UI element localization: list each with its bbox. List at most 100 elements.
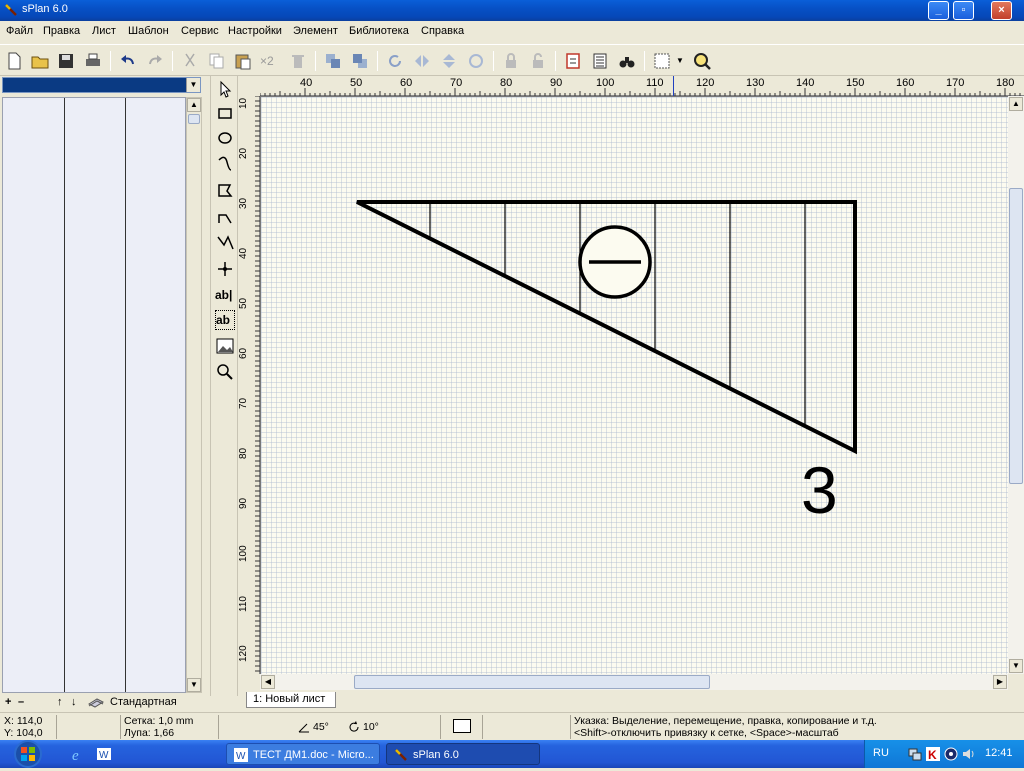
menu-element[interactable]: Элемент [293,25,338,37]
ruler-label: 50 [238,297,249,309]
windows-start-icon[interactable] [0,740,60,768]
scroll-up-icon[interactable]: ▲ [1009,97,1023,111]
chevron-down-icon[interactable]: ▼ [186,78,200,92]
library-scrollbar[interactable]: ▲ ▼ [186,97,202,693]
undo-icon[interactable] [118,51,138,71]
menu-edit[interactable]: Правка [43,25,80,37]
rotate-step-value[interactable]: 10° [363,721,379,733]
paste-icon[interactable] [233,51,253,71]
taskbar-item-splan[interactable]: sPlan 6.0 [386,743,540,765]
horizontal-scroll-thumb[interactable] [354,675,710,689]
unlock-icon[interactable] [528,51,548,71]
ruler-label: 30 [238,197,249,209]
move-up-button[interactable]: ↑ [57,696,63,708]
new-file-icon[interactable] [4,51,24,71]
antivirus-icon[interactable]: K [925,746,941,762]
duplicate-button[interactable]: ×2 [260,51,280,71]
angle-snap-icon[interactable] [297,720,311,734]
group-icon[interactable] [466,51,486,71]
network-icon[interactable] [907,746,923,762]
splan-icon [395,749,407,761]
ruler-label: 100 [238,545,249,562]
zoom-fit-icon[interactable] [692,51,712,71]
start-button[interactable] [0,740,60,768]
status-bar: X: 114,0 Y: 104,0 Сетка: 1,0 mm Лупа: 1,… [0,712,1024,740]
taskbar-item-word[interactable]: ТЕСТ ДМ1.doc - Micro... W [226,743,380,765]
volume-icon[interactable] [961,746,977,762]
ie-quicklaunch-icon[interactable]: e [70,746,86,762]
open-folder-icon[interactable] [30,51,50,71]
hint-line-2: <Shift>-отключить привязку к сетке, <Spa… [574,727,839,739]
grid-dropdown-icon[interactable]: ▼ [676,51,686,71]
menu-library[interactable]: Библиотека [349,25,409,37]
print-icon[interactable] [83,51,103,71]
polyline-tool-icon[interactable] [215,207,235,227]
grid-toggle-icon[interactable] [652,51,672,71]
textbox-tool-icon[interactable]: ab [215,310,235,330]
menu-service[interactable]: Сервис [181,25,219,37]
rotate-icon[interactable] [385,51,405,71]
minimize-button[interactable]: _ [928,1,949,20]
text-tool-icon[interactable]: ab| [215,285,235,305]
menu-settings[interactable]: Настройки [228,25,282,37]
add-library-button[interactable]: + [5,696,11,708]
maximize-button[interactable]: ▫ [953,1,974,20]
redo-icon[interactable] [145,51,165,71]
zoom-level: Лупа: 1,66 [124,727,175,739]
drawing-canvas[interactable]: 3 [260,96,1008,674]
delete-icon[interactable] [288,51,308,71]
angle-snap-value[interactable]: 45° [313,721,329,733]
scroll-left-icon[interactable]: ◀ [261,675,275,689]
vertical-scroll-thumb[interactable] [1009,188,1023,484]
menu-template[interactable]: Шаблон [128,25,169,37]
tab-sheet-1[interactable]: 1: Новый лист [246,692,337,708]
mirror-horizontal-icon[interactable] [412,51,432,71]
sheet-arrange-icon[interactable] [563,51,583,71]
library-scroll-thumb[interactable] [188,114,200,124]
image-tool-icon[interactable] [215,336,235,356]
word-quicklaunch-icon[interactable]: W [96,746,112,762]
scroll-down-icon[interactable]: ▼ [1009,659,1023,673]
pointer-tool-icon[interactable] [215,79,235,99]
polygon-tool-icon[interactable] [215,180,235,200]
language-indicator[interactable]: RU [873,747,889,759]
menu-sheet[interactable]: Лист [92,25,116,37]
ruler-label: 40 [238,247,249,259]
bezier-tool-icon[interactable] [215,154,235,174]
remove-library-button[interactable]: – [18,696,24,708]
hint-panel: Указка: Выделение, перемещение, правка, … [570,715,1024,739]
parts-list-icon[interactable] [590,51,610,71]
save-icon[interactable] [56,51,76,71]
menu-file[interactable]: Файл [6,25,33,37]
find-binoculars-icon[interactable] [617,51,637,71]
tray-app-icon[interactable] [943,746,959,762]
close-button[interactable]: × [991,1,1012,20]
scroll-down-icon[interactable]: ▼ [187,678,201,692]
rotate-step-icon[interactable] [347,720,361,734]
send-back-icon[interactable] [350,51,370,71]
coordinates-panel: X: 114,0 Y: 104,0 [4,715,54,739]
lock-icon[interactable] [501,51,521,71]
library-select[interactable]: ▼ [2,77,201,93]
node-tool-icon[interactable] [215,259,235,279]
canvas-horizontal-scrollbar[interactable]: ◀ ▶ [260,674,1008,690]
ruler-label: 120 [238,645,249,662]
canvas-vertical-scrollbar[interactable]: ▲ ▼ [1008,96,1024,674]
library-list[interactable] [2,97,186,693]
ruler-label: 10 [238,97,249,109]
scroll-up-icon[interactable]: ▲ [187,98,201,112]
ruler-label: 130 [746,77,765,89]
line-tool-icon[interactable] [215,233,235,253]
bring-front-icon[interactable] [323,51,343,71]
ellipse-tool-icon[interactable] [215,128,235,148]
mirror-vertical-icon[interactable] [439,51,459,71]
svg-text:e: e [72,748,79,762]
scroll-right-icon[interactable]: ▶ [993,675,1007,689]
move-down-button[interactable]: ↓ [71,696,77,708]
rectangle-tool-icon[interactable] [215,103,235,123]
copy-icon[interactable] [206,51,226,71]
menu-help[interactable]: Справка [421,25,464,37]
cut-icon[interactable] [180,51,200,71]
shape-preview[interactable] [453,719,471,733]
zoom-tool-icon[interactable] [215,362,235,382]
